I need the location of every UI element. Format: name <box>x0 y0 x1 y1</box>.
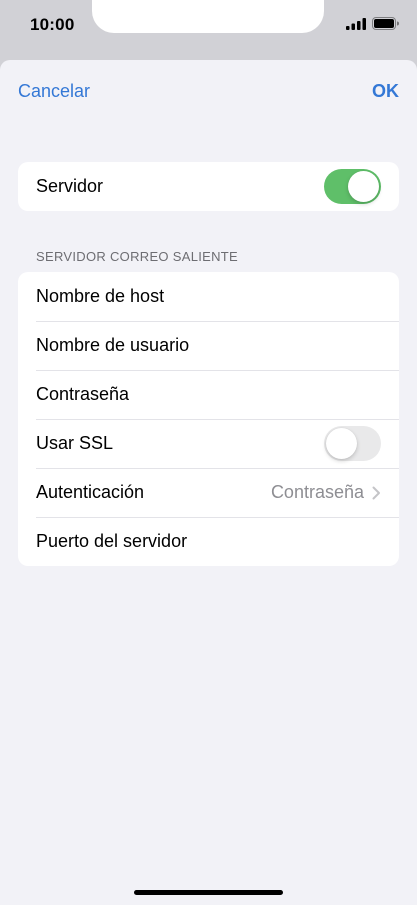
password-row[interactable]: Contraseña <box>18 370 399 419</box>
signal-icon <box>346 17 366 30</box>
server-toggle[interactable] <box>324 169 381 204</box>
status-time: 10:00 <box>30 15 75 34</box>
battery-icon <box>372 17 399 30</box>
server-group: Servidor <box>18 162 399 211</box>
settings-sheet: Cancelar OK Servidor SERVIDOR CORREO SAL… <box>0 60 417 905</box>
username-row[interactable]: Nombre de usuario <box>18 321 399 370</box>
host-row[interactable]: Nombre de host <box>18 272 399 321</box>
outgoing-section-header: SERVIDOR CORREO SALIENTE <box>36 249 239 264</box>
phone-screen: 10:00 Cancelar OK Servidor SERVIDOR CORR… <box>0 0 417 905</box>
username-label: Nombre de usuario <box>36 335 190 355</box>
home-indicator[interactable] <box>134 890 283 895</box>
notch <box>92 0 324 33</box>
password-label: Contraseña <box>36 384 130 404</box>
ok-button[interactable]: OK <box>372 81 399 102</box>
chevron-right-icon <box>372 486 380 499</box>
ssl-label: Usar SSL <box>36 433 114 453</box>
auth-row[interactable]: Autenticación Contraseña <box>18 468 399 517</box>
host-label: Nombre de host <box>36 286 165 306</box>
toggle-knob <box>348 171 379 202</box>
auth-label: Autenticación <box>36 482 145 502</box>
cancel-button[interactable]: Cancelar <box>18 81 90 102</box>
port-row[interactable]: Puerto del servidor <box>18 517 399 566</box>
server-row: Servidor <box>18 162 399 211</box>
auth-value: Contraseña <box>270 482 364 502</box>
ssl-toggle[interactable] <box>324 426 381 461</box>
server-label: Servidor <box>36 176 104 196</box>
toggle-knob <box>326 428 357 459</box>
status-icons <box>346 17 399 30</box>
outgoing-server-group: Nombre de host Nombre de usuario Contras… <box>18 272 399 566</box>
status-bar: 10:00 <box>0 0 417 60</box>
ssl-row: Usar SSL <box>18 419 399 468</box>
port-label: Puerto del servidor <box>36 531 188 551</box>
